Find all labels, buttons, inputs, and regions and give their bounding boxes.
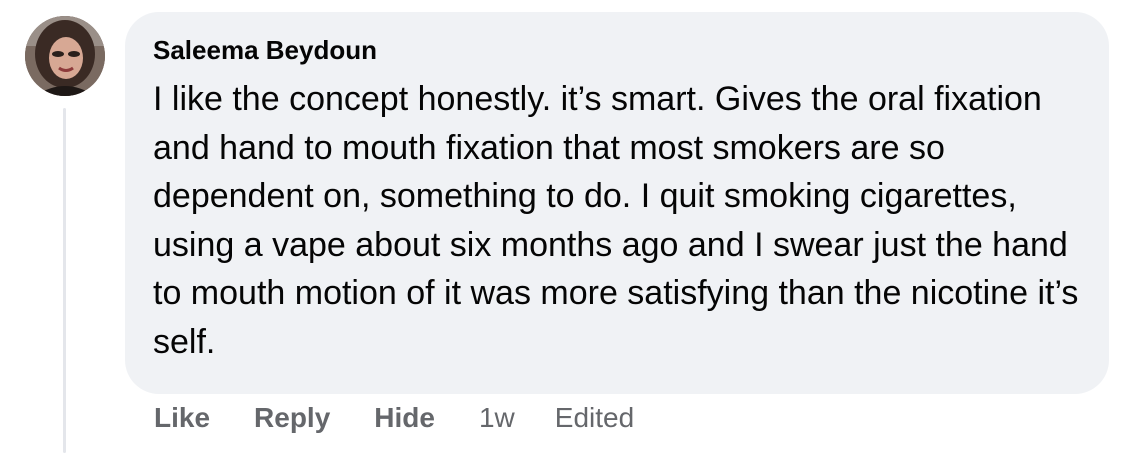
comment-timestamp[interactable]: 1w [479, 400, 515, 436]
comment-author-name[interactable]: Saleema Beydoun [153, 34, 1083, 66]
edited-label: Edited [554, 402, 635, 433]
hide-button[interactable]: Hide [374, 400, 435, 436]
comment-bubble: Saleema Beydoun I like the concept hones… [125, 12, 1109, 394]
profile-photo-avatar-icon [25, 16, 105, 96]
avatar[interactable] [25, 16, 105, 96]
comment-actions: Like Reply Hide 1w Edited [154, 400, 678, 436]
comment-text: I like the concept honestly. it’s smart.… [153, 80, 1079, 361]
comment: Saleema Beydoun I like the concept hones… [0, 0, 1143, 453]
reply-button[interactable]: Reply [254, 400, 330, 436]
like-button[interactable]: Like [154, 400, 210, 436]
reply-thread-line [63, 108, 66, 453]
